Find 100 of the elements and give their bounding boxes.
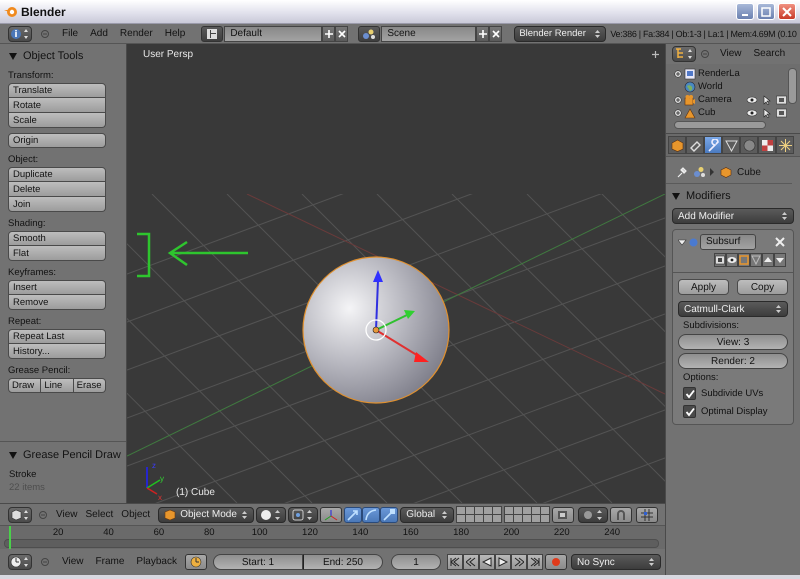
add-button[interactable]	[322, 26, 336, 42]
menu-item[interactable]: Search	[748, 47, 792, 61]
dot-icon[interactable]	[582, 508, 604, 520]
next-keyframe-button[interactable]	[511, 554, 527, 570]
tool-button[interactable]: Smooth	[8, 231, 106, 246]
plus-icon[interactable]	[652, 51, 659, 58]
expand-icon[interactable]	[674, 70, 682, 78]
eye-icon[interactable]	[746, 94, 758, 104]
magnet-icon[interactable]	[615, 508, 628, 520]
current-frame-field[interactable]: 1	[390, 554, 441, 570]
jump-to-end-button[interactable]	[527, 554, 543, 570]
subdivision-type-dropdown[interactable]: Catmull-Clark	[678, 301, 788, 317]
tool-button[interactable]: Delete	[8, 182, 106, 197]
expand-triangle-icon[interactable]	[9, 450, 18, 460]
eye-icon[interactable]	[746, 108, 758, 118]
minimize-button[interactable]	[736, 3, 754, 20]
menu-item[interactable]: Playback	[130, 555, 183, 569]
expand-icon[interactable]	[674, 96, 682, 104]
pivot-icon[interactable]	[292, 508, 314, 520]
tool-button[interactable]: Translate	[8, 83, 106, 98]
copy-button[interactable]: Copy	[737, 279, 788, 295]
layout-icon[interactable]	[206, 28, 218, 40]
menu-item[interactable]: View	[56, 555, 90, 569]
play-reverse-icon[interactable]	[482, 557, 492, 567]
close-icon[interactable]	[775, 237, 785, 247]
tool-button[interactable]: Join	[8, 197, 106, 212]
close-button[interactable]	[335, 26, 348, 42]
3d-viewport[interactable]: User Persp z y x (1) Cube	[127, 44, 665, 503]
checkbox[interactable]	[683, 387, 696, 400]
tool-button[interactable]: Draw	[8, 378, 42, 393]
panel-title[interactable]: Object Tools	[23, 50, 84, 62]
up-down-arrows-icon[interactable]	[441, 510, 448, 520]
tool-button[interactable]: Erase	[74, 378, 106, 393]
snap-target-button[interactable]	[636, 506, 658, 522]
scene-icon[interactable]	[362, 28, 376, 40]
previous-keyframe-button[interactable]	[463, 554, 479, 570]
pin-icon[interactable]	[676, 166, 688, 178]
expand-triangle-icon[interactable]	[9, 52, 18, 60]
render-levels-field[interactable]: Render: 2	[678, 353, 788, 369]
up-down-arrows-icon[interactable]	[775, 304, 782, 314]
end-frame-field[interactable]: End: 250	[302, 554, 383, 570]
checkbox-label[interactable]: Optimal Display	[701, 406, 768, 417]
maximize-button[interactable]	[757, 3, 775, 20]
sphere-icon[interactable]	[260, 508, 282, 520]
menu-item[interactable]: Select	[82, 508, 118, 522]
scrollbar[interactable]	[788, 68, 797, 104]
tool-button[interactable]: Insert	[8, 280, 106, 295]
auto-keying-button[interactable]	[184, 554, 207, 570]
transform-gizmo-drawing[interactable]	[365, 270, 429, 362]
start-frame-field[interactable]: Start: 1	[212, 554, 303, 570]
render-icon[interactable]	[776, 108, 787, 118]
panel-title[interactable]: Grease Pencil Draw	[23, 449, 121, 461]
manipulator-toggle[interactable]	[320, 506, 342, 522]
menu-item[interactable]: View	[52, 508, 82, 522]
menu-item[interactable]: View	[714, 47, 748, 61]
tool-button[interactable]: Repeat Last	[8, 329, 106, 344]
play-reverse-button[interactable]	[479, 554, 495, 570]
up-down-arrows-icon[interactable]	[594, 28, 602, 38]
outliner-item[interactable]: Cub	[698, 107, 742, 118]
expand-icon[interactable]	[674, 108, 682, 116]
lock-camera-button[interactable]	[552, 506, 574, 522]
snap-element-dropdown[interactable]	[578, 506, 608, 522]
maximize-icon[interactable]	[760, 6, 772, 18]
tool-button[interactable]: History...	[8, 344, 106, 359]
scene-field[interactable]: Scene	[381, 26, 476, 42]
outliner-item[interactable]: RenderLa	[698, 68, 742, 79]
axes-icon[interactable]	[324, 508, 338, 522]
up-down-arrows-icon[interactable]	[781, 211, 788, 221]
camera-view-icon[interactable]	[557, 508, 570, 520]
render-engine-dropdown[interactable]: Blender Render	[514, 26, 606, 42]
expand-triangle-icon[interactable]	[678, 238, 687, 246]
render-icon[interactable]	[776, 94, 787, 104]
grid-icon[interactable]	[641, 508, 654, 520]
sync-dropdown[interactable]: No Sync	[571, 554, 661, 570]
checkbox-label[interactable]: Subdivide UVs	[701, 388, 764, 399]
mode-dropdown[interactable]: Object Mode	[158, 506, 254, 522]
up-down-arrows-icon[interactable]	[241, 510, 248, 520]
scene-button[interactable]	[358, 26, 380, 42]
tool-button[interactable]: Remove	[8, 295, 106, 310]
up-down-arrows-icon[interactable]	[648, 557, 655, 567]
play-button[interactable]	[495, 554, 511, 570]
clock-icon[interactable]	[190, 556, 202, 568]
menu-item[interactable]: Render	[114, 26, 159, 40]
skip-start-icon[interactable]	[450, 557, 460, 567]
shading-dropdown[interactable]	[256, 506, 286, 522]
tool-button[interactable]: Scale	[8, 113, 106, 128]
orientation-dropdown[interactable]: Global	[400, 506, 454, 522]
play-icon[interactable]	[498, 557, 508, 567]
timeline-ruler[interactable]: 20 40 60 80 100 120 140 160 180 200 220 240	[0, 525, 665, 549]
cube-icon[interactable]	[164, 508, 176, 520]
skip-end-icon[interactable]	[530, 557, 540, 567]
close-button[interactable]	[489, 26, 502, 42]
expand-triangle-icon[interactable]	[672, 192, 681, 200]
rewind-icon[interactable]	[466, 557, 476, 567]
sphere-drawing[interactable]	[302, 256, 450, 404]
menu-item[interactable]: Object	[117, 508, 154, 522]
menu-item[interactable]: Frame	[90, 555, 130, 569]
record-button[interactable]	[545, 554, 567, 570]
pivot-dropdown[interactable]	[288, 506, 318, 522]
apply-button[interactable]: Apply	[678, 279, 729, 295]
